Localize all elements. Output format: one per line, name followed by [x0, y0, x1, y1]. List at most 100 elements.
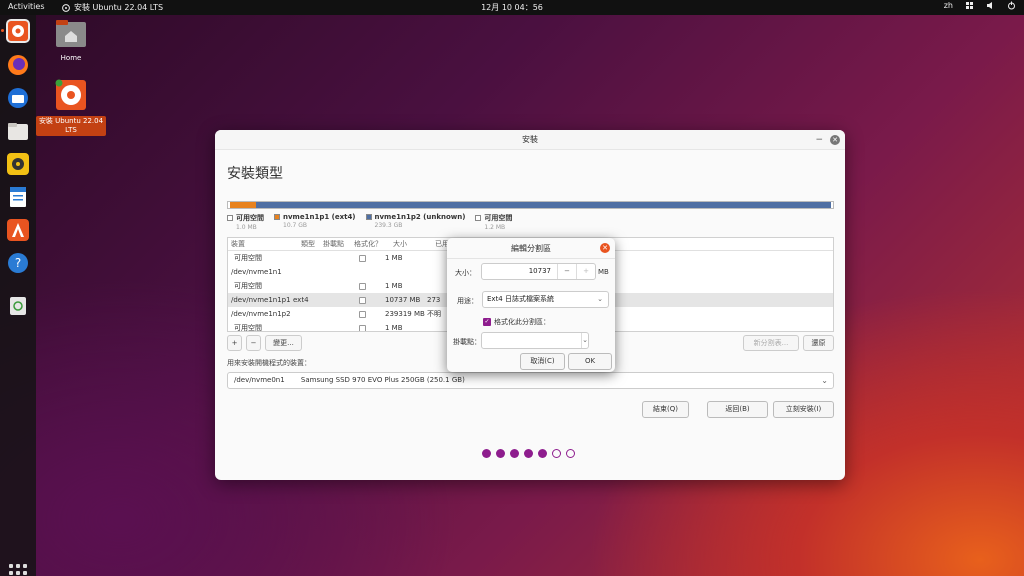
format-checkbox[interactable] [359, 282, 366, 290]
dock-app-center[interactable] [6, 218, 30, 242]
cell-format [346, 293, 385, 307]
dock-libreoffice-writer[interactable] [6, 185, 30, 209]
col-mount[interactable]: 掛載點 [323, 238, 354, 250]
cell-type [293, 251, 315, 265]
app-center-icon [7, 219, 29, 241]
partition-bar-ext4 [230, 202, 256, 208]
thunderbird-icon [8, 88, 28, 108]
minimize-button[interactable]: − [815, 130, 823, 150]
dock: ? [0, 15, 36, 576]
dock-installer[interactable] [1, 19, 30, 43]
cell-type [293, 279, 315, 293]
format-label: 格式化此分割區： [494, 318, 550, 326]
format-checkbox[interactable] [359, 310, 366, 318]
size-spinner[interactable]: 10737 − + [481, 263, 596, 280]
mount-point-combo[interactable]: ⌄ [481, 332, 589, 349]
add-partition-button[interactable]: + [227, 335, 242, 351]
dialog-close-button[interactable]: ✕ [600, 243, 610, 253]
installer-desktop-icon [55, 79, 86, 110]
decrement-button[interactable]: − [557, 264, 576, 279]
cell-mount [315, 279, 346, 293]
ok-button[interactable]: OK [568, 353, 612, 370]
power-icon[interactable] [1007, 1, 1016, 10]
col-type[interactable]: 類型 [301, 238, 323, 250]
use-as-select[interactable]: Ext4 日誌式檔案系統 ⌄ [482, 291, 609, 308]
help-icon: ? [8, 253, 28, 273]
col-size[interactable]: 大小 [393, 238, 435, 250]
cell-type [293, 265, 315, 279]
cancel-button[interactable]: 取消(C) [520, 353, 565, 370]
format-checkbox[interactable] [359, 296, 366, 304]
input-method-indicator[interactable]: zh [944, 1, 953, 10]
cell-device: 可用空間 [234, 254, 262, 262]
dock-rhythmbox[interactable] [6, 152, 30, 176]
dialog-titlebar[interactable]: 編輯分割區 ✕ [447, 238, 615, 259]
volume-icon[interactable] [986, 1, 995, 10]
remove-partition-button[interactable]: − [246, 335, 261, 351]
window-title: 安裝 [522, 135, 538, 144]
revert-button[interactable]: 還原 [803, 335, 834, 351]
window-titlebar[interactable]: 安裝 − ✕ [215, 130, 845, 150]
cell-format [346, 265, 385, 279]
legend-size: 1.2 MB [484, 224, 506, 231]
desktop-home[interactable]: Home [36, 18, 106, 64]
cell-device: /dev/nvme1n1p1 [231, 296, 291, 304]
mount-label: 掛載點： [453, 338, 481, 346]
desktop-installer[interactable]: 安裝 Ubuntu 22.04 LTS [36, 79, 106, 136]
mount-point-input[interactable] [482, 333, 581, 348]
dock-thunderbird[interactable] [6, 86, 30, 110]
cell-mount [315, 265, 346, 279]
legend-name: nvme1n1p1 (ext4) [283, 213, 356, 221]
quit-button[interactable]: 結束(Q) [642, 401, 689, 418]
col-device[interactable]: 裝置 [231, 238, 301, 250]
installer-label: 安裝 Ubuntu 22.04 LTS [36, 116, 106, 136]
running-indicator [1, 29, 4, 32]
dialog-title: 編輯分割區 [511, 244, 551, 253]
legend-swatch [475, 215, 482, 221]
legend-item: nvme1n1p2 (unknown) 239.3 GB [365, 213, 465, 231]
legend-item: 可用空間 1.2 MB [475, 213, 512, 231]
change-partition-button[interactable]: 變更... [265, 335, 302, 351]
new-partition-table-button[interactable]: 新分割表... [743, 335, 799, 351]
app-title: 安裝 Ubuntu 22.04 LTS [74, 3, 164, 12]
cell-mount [315, 307, 346, 321]
cell-size: 1 MB [385, 324, 403, 332]
col-format[interactable]: 格式化？ [354, 238, 393, 250]
legend-name: 可用空間 [484, 214, 513, 222]
dock-help[interactable]: ? [6, 251, 30, 275]
cell-format [346, 321, 385, 331]
size-input[interactable]: 10737 [482, 264, 557, 279]
dock-trash[interactable] [6, 293, 30, 317]
use-as-label: 用途： [457, 297, 478, 305]
app-menu[interactable]: 安裝 Ubuntu 22.04 LTS [62, 2, 163, 13]
format-checkbox[interactable] [359, 324, 366, 331]
boot-device-select[interactable]: /dev/nvme0n1 Samsung SSD 970 EVO Plus 25… [227, 372, 834, 389]
size-unit: MB [598, 268, 609, 276]
progress-dot [510, 449, 519, 458]
progress-dot [496, 449, 505, 458]
close-button[interactable]: ✕ [830, 135, 840, 145]
clock[interactable]: 12月 10 04：56 [481, 3, 543, 12]
writer-icon [10, 187, 26, 207]
increment-button[interactable]: + [576, 264, 595, 279]
network-icon[interactable] [965, 1, 974, 10]
cell-device: 可用空間 [234, 324, 262, 332]
chevron-down-icon[interactable]: ⌄ [581, 333, 588, 348]
boot-device-description: Samsung SSD 970 EVO Plus 250GB (250.1 GB… [300, 376, 465, 384]
dock-firefox[interactable] [6, 53, 30, 77]
format-checkbox[interactable] [359, 254, 366, 262]
dock-files[interactable] [6, 119, 30, 143]
cell-size: 10737 MB [385, 296, 421, 304]
show-applications-button[interactable] [9, 564, 27, 576]
cell-mount [315, 251, 346, 265]
size-label: 大小： [455, 269, 476, 277]
legend-item: 可用空間 1.0 MB [227, 213, 264, 231]
cell-size [385, 265, 427, 279]
format-checkbox[interactable]: ✓ 格式化此分割區： [483, 317, 550, 327]
cell-type: ext4 [293, 296, 309, 304]
cell-format [346, 307, 385, 321]
activities-button[interactable]: Activities [8, 2, 45, 11]
install-now-button[interactable]: 立刻安裝(I) [773, 401, 834, 418]
legend-swatch [365, 214, 372, 220]
back-button[interactable]: 返回(B) [707, 401, 768, 418]
